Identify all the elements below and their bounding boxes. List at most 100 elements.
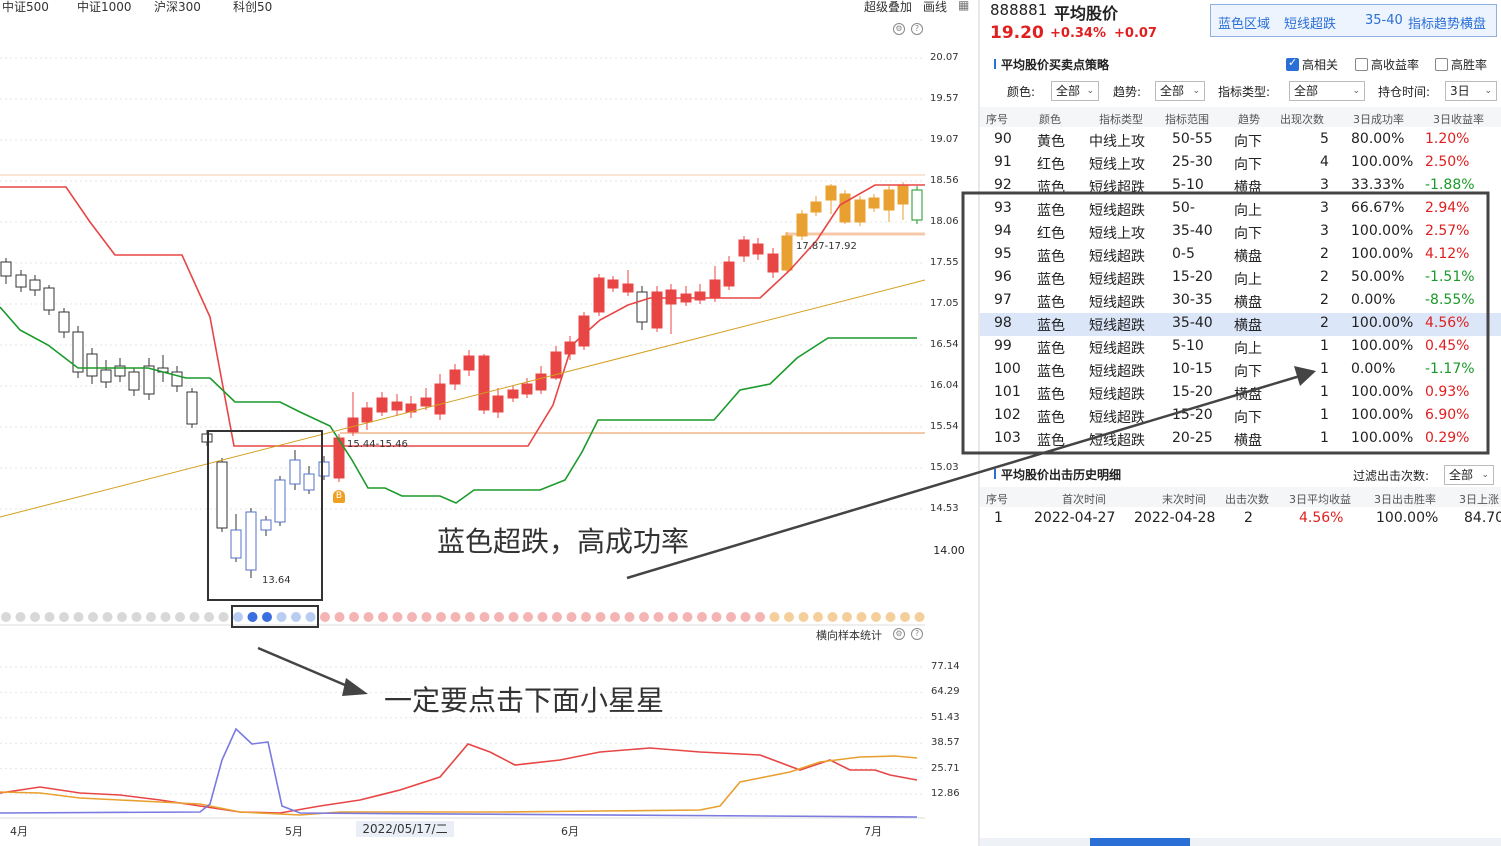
table-row[interactable]: 91 红色 短线上攻 25-30 向下 4 100.00% 2.50% xyxy=(980,152,1501,175)
cell-no: 92 xyxy=(994,177,1012,193)
y-tick-label: 18.06 xyxy=(930,216,959,227)
cell-color: 蓝色 xyxy=(1037,295,1065,311)
hcol-avg[interactable]: 3日平均收益 xyxy=(1289,491,1351,507)
cell-no: 91 xyxy=(994,154,1012,170)
candle-body xyxy=(883,189,895,211)
signal-dot xyxy=(523,612,533,622)
cell-color: 蓝色 xyxy=(1037,249,1065,265)
cell-trend: 向上 xyxy=(1234,341,1262,357)
hcol-first[interactable]: 首次时间 xyxy=(1062,491,1106,507)
col-color[interactable]: 颜色 xyxy=(1039,111,1061,127)
signal-dot xyxy=(363,612,374,622)
col-trend[interactable]: 趋势 xyxy=(1238,111,1260,127)
lower-y-tick-label: 77.14 xyxy=(931,661,960,672)
stock-name: 平均股价 xyxy=(1054,4,1119,23)
table-row[interactable]: 90 黄色 中线上攻 50-55 向下 5 80.00% 1.20% xyxy=(980,129,1501,152)
history-filter-select[interactable]: 全部 ⌄ xyxy=(1444,465,1494,485)
hcol-last[interactable]: 末次时间 xyxy=(1162,491,1206,507)
signal-dot xyxy=(653,612,664,622)
signal-tags[interactable]: 蓝色区域 短线超跌 35-40 指标趋势横盘 xyxy=(1210,4,1497,37)
signal-dot xyxy=(247,612,258,622)
col-type[interactable]: 指标类型 xyxy=(1099,111,1143,127)
price-chart xyxy=(0,57,926,819)
signal-dot xyxy=(639,612,649,622)
cell-type: 中线上攻 xyxy=(1089,134,1145,150)
hcol-count[interactable]: 出击次数 xyxy=(1225,491,1269,507)
table-row[interactable]: 99 蓝色 短线超跌 5-10 向上 1 100.00% 0.45% xyxy=(980,336,1501,359)
col-count[interactable]: 出现次数 xyxy=(1280,111,1324,127)
candle-body xyxy=(607,279,619,289)
chart-panel[interactable]: 中证500 中证1000 沪深300 科创50 超级叠加 画线 ▦ ⚙ ? 20… xyxy=(0,0,978,846)
candle-body xyxy=(897,185,909,205)
checkbox-icon[interactable] xyxy=(1286,56,1299,71)
lower-y-tick-label: 25.71 xyxy=(931,762,960,774)
table-row[interactable]: 94 红色 短线上攻 35-40 向下 3 100.00% 2.57% xyxy=(980,221,1501,244)
cell-color: 蓝色 xyxy=(1037,180,1065,196)
checkbox-icon[interactable] xyxy=(1435,58,1448,71)
signal-dot xyxy=(798,612,809,622)
horizontal-stat-label: 横向样本统计 xyxy=(816,629,882,642)
candle-body xyxy=(738,239,750,257)
filter-hold-select[interactable]: 3日 ⌄ xyxy=(1445,81,1497,101)
table-row[interactable]: 98 蓝色 短线超跌 35-40 横盘 2 100.00% 4.56% xyxy=(980,313,1501,336)
table-row[interactable]: 93 蓝色 短线超跌 50- 向上 3 66.67% 2.94% xyxy=(980,198,1501,221)
col-range[interactable]: 指标范围 xyxy=(1165,111,1209,127)
table-row[interactable]: 102 蓝色 短线超跌 15-20 向下 1 100.00% 6.90% xyxy=(980,405,1501,428)
table-row[interactable]: 100 蓝色 短线超跌 10-15 向下 1 0.00% -1.17% xyxy=(980,359,1501,382)
candle-body xyxy=(868,197,880,209)
table-row[interactable]: 101 蓝色 短线超跌 15-20 横盘 1 100.00% 0.93% xyxy=(980,382,1501,405)
checkbox-high-win[interactable]: 高胜率 xyxy=(1435,56,1487,73)
table-row[interactable]: 97 蓝色 短线超跌 30-35 横盘 2 0.00% -8.55% xyxy=(980,290,1501,313)
table-row[interactable]: 96 蓝色 短线超跌 15-20 向上 2 50.00% -1.51% xyxy=(980,267,1501,290)
filter-color-select[interactable]: 全部 ⌄ xyxy=(1051,81,1099,101)
cell-trend: 向下 xyxy=(1234,134,1262,150)
signal-dot xyxy=(624,612,635,622)
checkbox-icon[interactable] xyxy=(1355,58,1368,71)
col-return[interactable]: 3日收益率 xyxy=(1433,111,1484,127)
cell-count: 2 xyxy=(1320,292,1329,308)
signal-dot xyxy=(494,612,504,622)
table-row[interactable]: 103 蓝色 短线超跌 20-25 横盘 1 100.00% 0.29% xyxy=(980,428,1501,451)
candle-body xyxy=(186,391,198,425)
hcol-win[interactable]: 3日出击胜率 xyxy=(1374,491,1436,507)
cell-no: 93 xyxy=(994,200,1012,216)
y-tick-label: 14.53 xyxy=(930,503,959,514)
cell-count: 5 xyxy=(1320,131,1329,147)
filter-type-select[interactable]: 全部 ⌄ xyxy=(1289,81,1365,101)
buy-marker[interactable]: B xyxy=(333,490,345,503)
annotation-click: 一定要点击下面小星星 xyxy=(384,684,665,717)
cell-trend: 横盘 xyxy=(1234,180,1262,196)
col-no[interactable]: 序号 xyxy=(986,111,1008,127)
bottom-tab-active[interactable] xyxy=(1090,838,1190,846)
hcol-up[interactable]: 3日上涨 xyxy=(1459,491,1499,507)
cell-ret: -1.88% xyxy=(1425,177,1475,193)
signal-dot xyxy=(305,612,316,622)
cell-no: 103 xyxy=(994,430,1021,446)
col-rate[interactable]: 3日成功率 xyxy=(1353,111,1404,127)
checkbox-high-return[interactable]: 高收益率 xyxy=(1355,56,1419,73)
filter-trend-select[interactable]: 全部 ⌄ xyxy=(1155,81,1205,101)
candle-body xyxy=(665,289,677,305)
cell-type: 短线超跌 xyxy=(1089,410,1145,426)
stat-help-icon[interactable]: ? xyxy=(911,628,923,640)
y-tick-label: 20.07 xyxy=(930,52,959,63)
cell-rate: 100.00% xyxy=(1351,315,1414,331)
x-label-jul: 7月 xyxy=(864,825,882,838)
stat-settings-icon[interactable]: ⚙ xyxy=(893,628,905,640)
signal-dot xyxy=(552,612,562,622)
hcol-no[interactable]: 序号 xyxy=(986,491,1008,507)
signal-dot xyxy=(885,612,896,622)
candle-body xyxy=(839,193,851,223)
cell-rate: 33.33% xyxy=(1351,177,1405,193)
history-row[interactable]: 1 2022-04-27 2022-04-28 2 4.56% 100.00% … xyxy=(980,508,1501,531)
candle-body xyxy=(478,355,490,411)
cell-rate: 0.00% xyxy=(1351,292,1396,308)
table-row[interactable]: 95 蓝色 短线超跌 0-5 横盘 2 100.00% 4.12% xyxy=(980,244,1501,267)
candle-body xyxy=(128,371,140,391)
bottom-tab-bar[interactable] xyxy=(980,838,1501,846)
chevron-down-icon: ⌄ xyxy=(1086,86,1094,96)
checkbox-high-corr[interactable]: 高相关 xyxy=(1286,56,1338,73)
signal-dot xyxy=(581,612,591,622)
table-row[interactable]: 92 蓝色 短线超跌 5-10 横盘 3 33.33% -1.88% xyxy=(980,175,1501,198)
history-filter-label: 过滤出击次数: xyxy=(1353,469,1430,483)
